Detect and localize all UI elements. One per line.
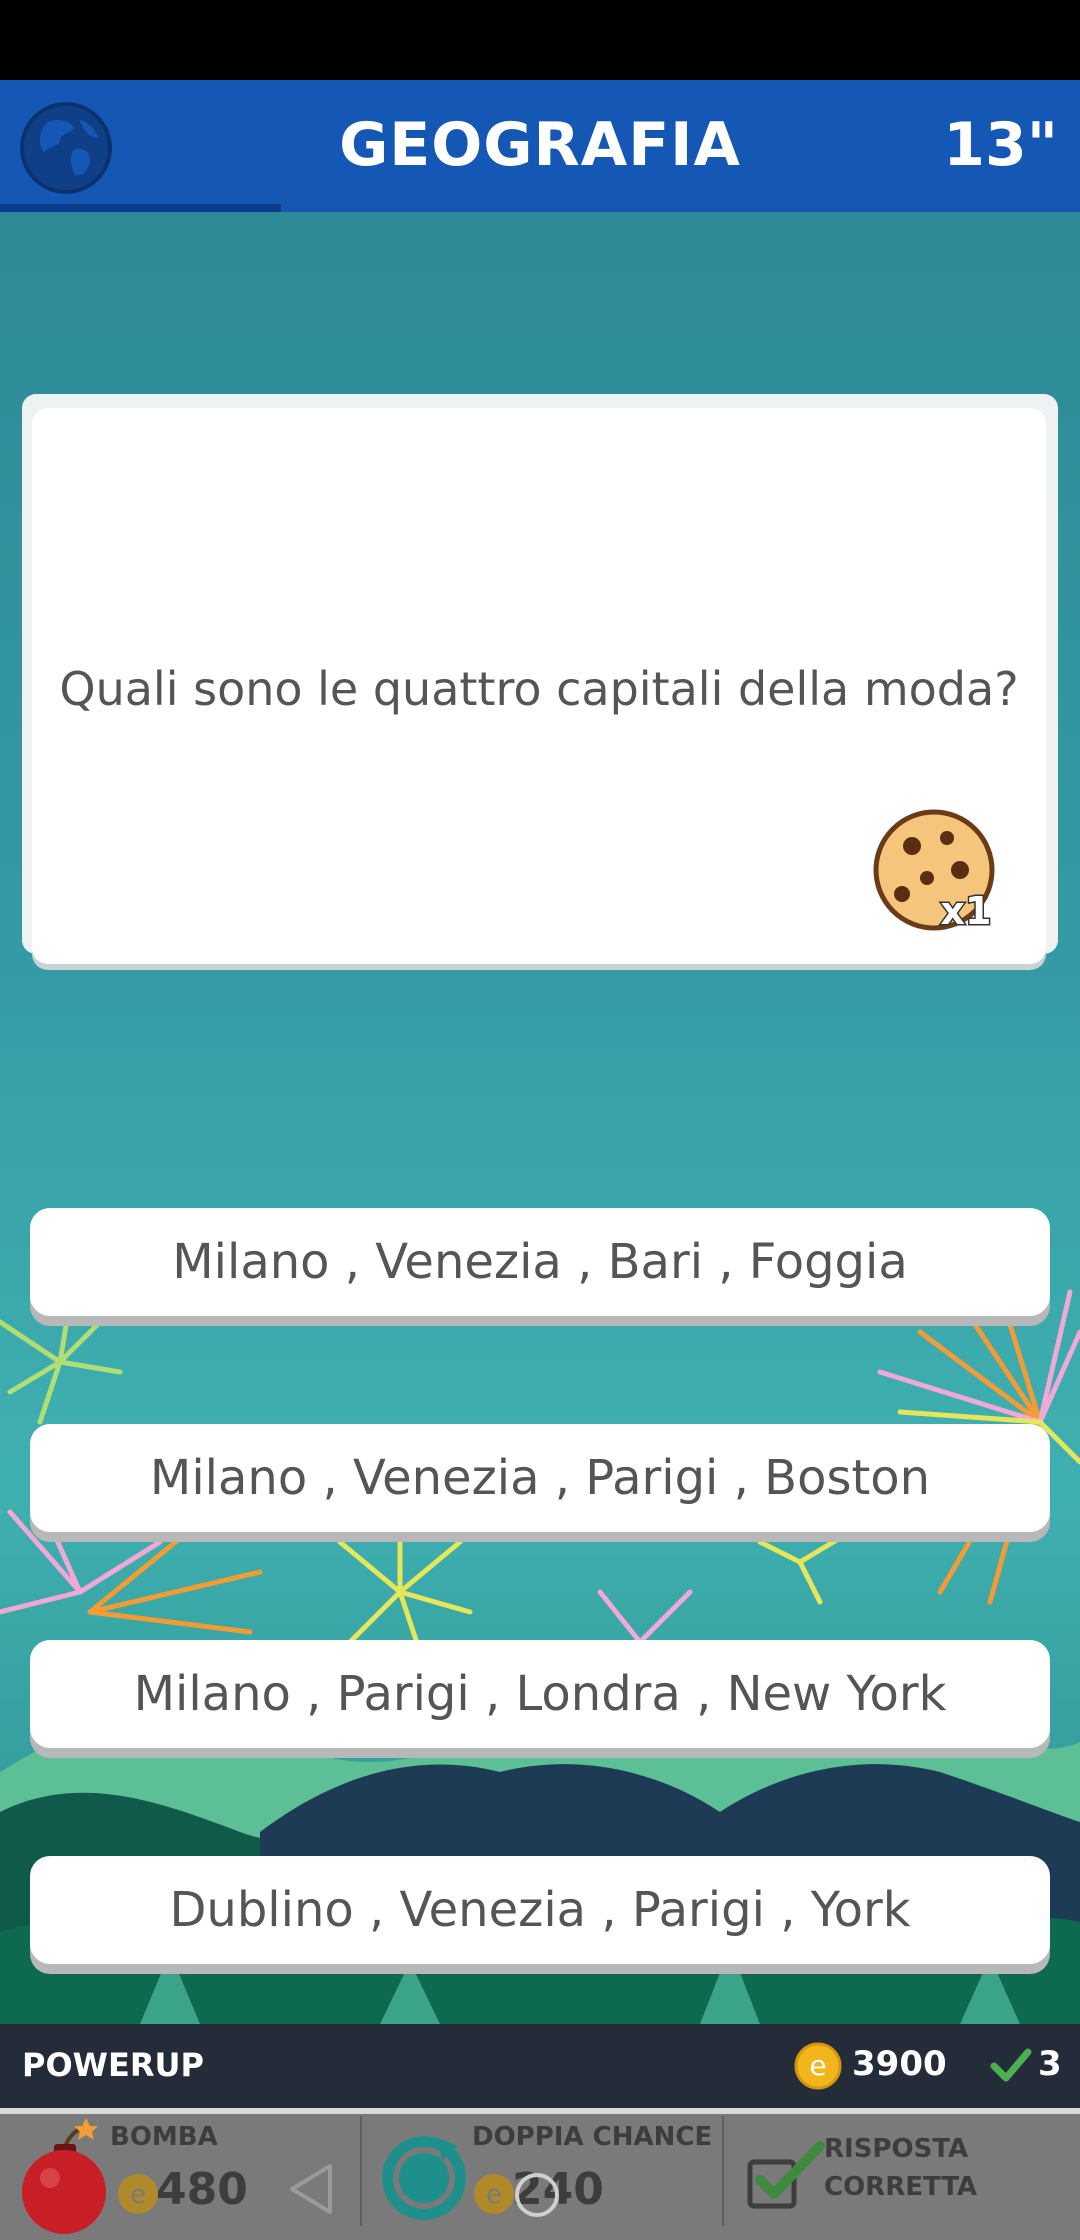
category-header: GEOGRAFIA 13" bbox=[0, 80, 1080, 212]
status-bar bbox=[0, 0, 1080, 80]
correct-answer-icon bbox=[747, 2141, 825, 2209]
question-card: Quali sono le quattro capitali della mod… bbox=[32, 408, 1046, 964]
coin-icon: e bbox=[794, 2042, 842, 2090]
svg-text:e: e bbox=[130, 2180, 146, 2210]
bomb-price: 480 bbox=[156, 2164, 248, 2215]
timer-progress-fill bbox=[0, 204, 281, 212]
double-chance-powerup-button[interactable]: DOPPIA CHANCE e 240 bbox=[362, 2114, 722, 2240]
answer-option-4[interactable]: Dublino , Venezia , Parigi , York bbox=[30, 1856, 1050, 1964]
correct-answer-powerup-button[interactable]: RISPOSTA CORRETTA bbox=[724, 2114, 1080, 2240]
correct-answer-name-line2: CORRETTA bbox=[824, 2172, 978, 2202]
cookie-icon: x1 bbox=[873, 809, 995, 935]
svg-text:e: e bbox=[486, 2180, 502, 2210]
check-icon bbox=[990, 2048, 1032, 2082]
category-title: GEOGRAFIA bbox=[339, 110, 741, 180]
correct-answer-name-line1: RISPOSTA bbox=[824, 2134, 969, 2164]
svg-text:e: e bbox=[809, 2049, 826, 2082]
timer: 13" bbox=[943, 110, 1058, 180]
correct-count: 3 bbox=[1038, 2044, 1062, 2084]
home-circle-icon bbox=[515, 2173, 559, 2217]
answer-option-3[interactable]: Milano , Parigi , Londra , New York bbox=[30, 1640, 1050, 1748]
bomb-powerup-button[interactable]: BOMBA e 480 bbox=[0, 2114, 360, 2240]
bomb-icon bbox=[22, 2118, 106, 2234]
back-triangle-icon bbox=[290, 2164, 332, 2214]
cookie-multiplier: x1 bbox=[941, 889, 992, 933]
double-chance-icon bbox=[382, 2136, 466, 2220]
powerup-bar: POWERUP e 3900 3 bbox=[0, 2024, 1080, 2108]
answer-option-2[interactable]: Milano , Venezia , Parigi , Boston bbox=[30, 1424, 1050, 1532]
powerups-tray: BOMBA e 480 DOPPIA CHANCE e 240 RISPOSTA… bbox=[0, 2108, 1080, 2240]
game-area: Quali sono le quattro capitali della mod… bbox=[0, 212, 1080, 2024]
bomb-name: BOMBA bbox=[110, 2122, 218, 2152]
answer-option-1[interactable]: Milano , Venezia , Bari , Foggia bbox=[30, 1208, 1050, 1316]
coin-count: 3900 bbox=[852, 2044, 947, 2084]
double-chance-coin-icon: e bbox=[474, 2174, 514, 2214]
powerup-label: POWERUP bbox=[22, 2046, 204, 2084]
timer-progress-track bbox=[0, 204, 1080, 212]
double-chance-name: DOPPIA CHANCE bbox=[472, 2122, 713, 2152]
question-text: Quali sono le quattro capitali della mod… bbox=[59, 662, 1019, 716]
bomb-coin-icon: e bbox=[118, 2174, 158, 2214]
